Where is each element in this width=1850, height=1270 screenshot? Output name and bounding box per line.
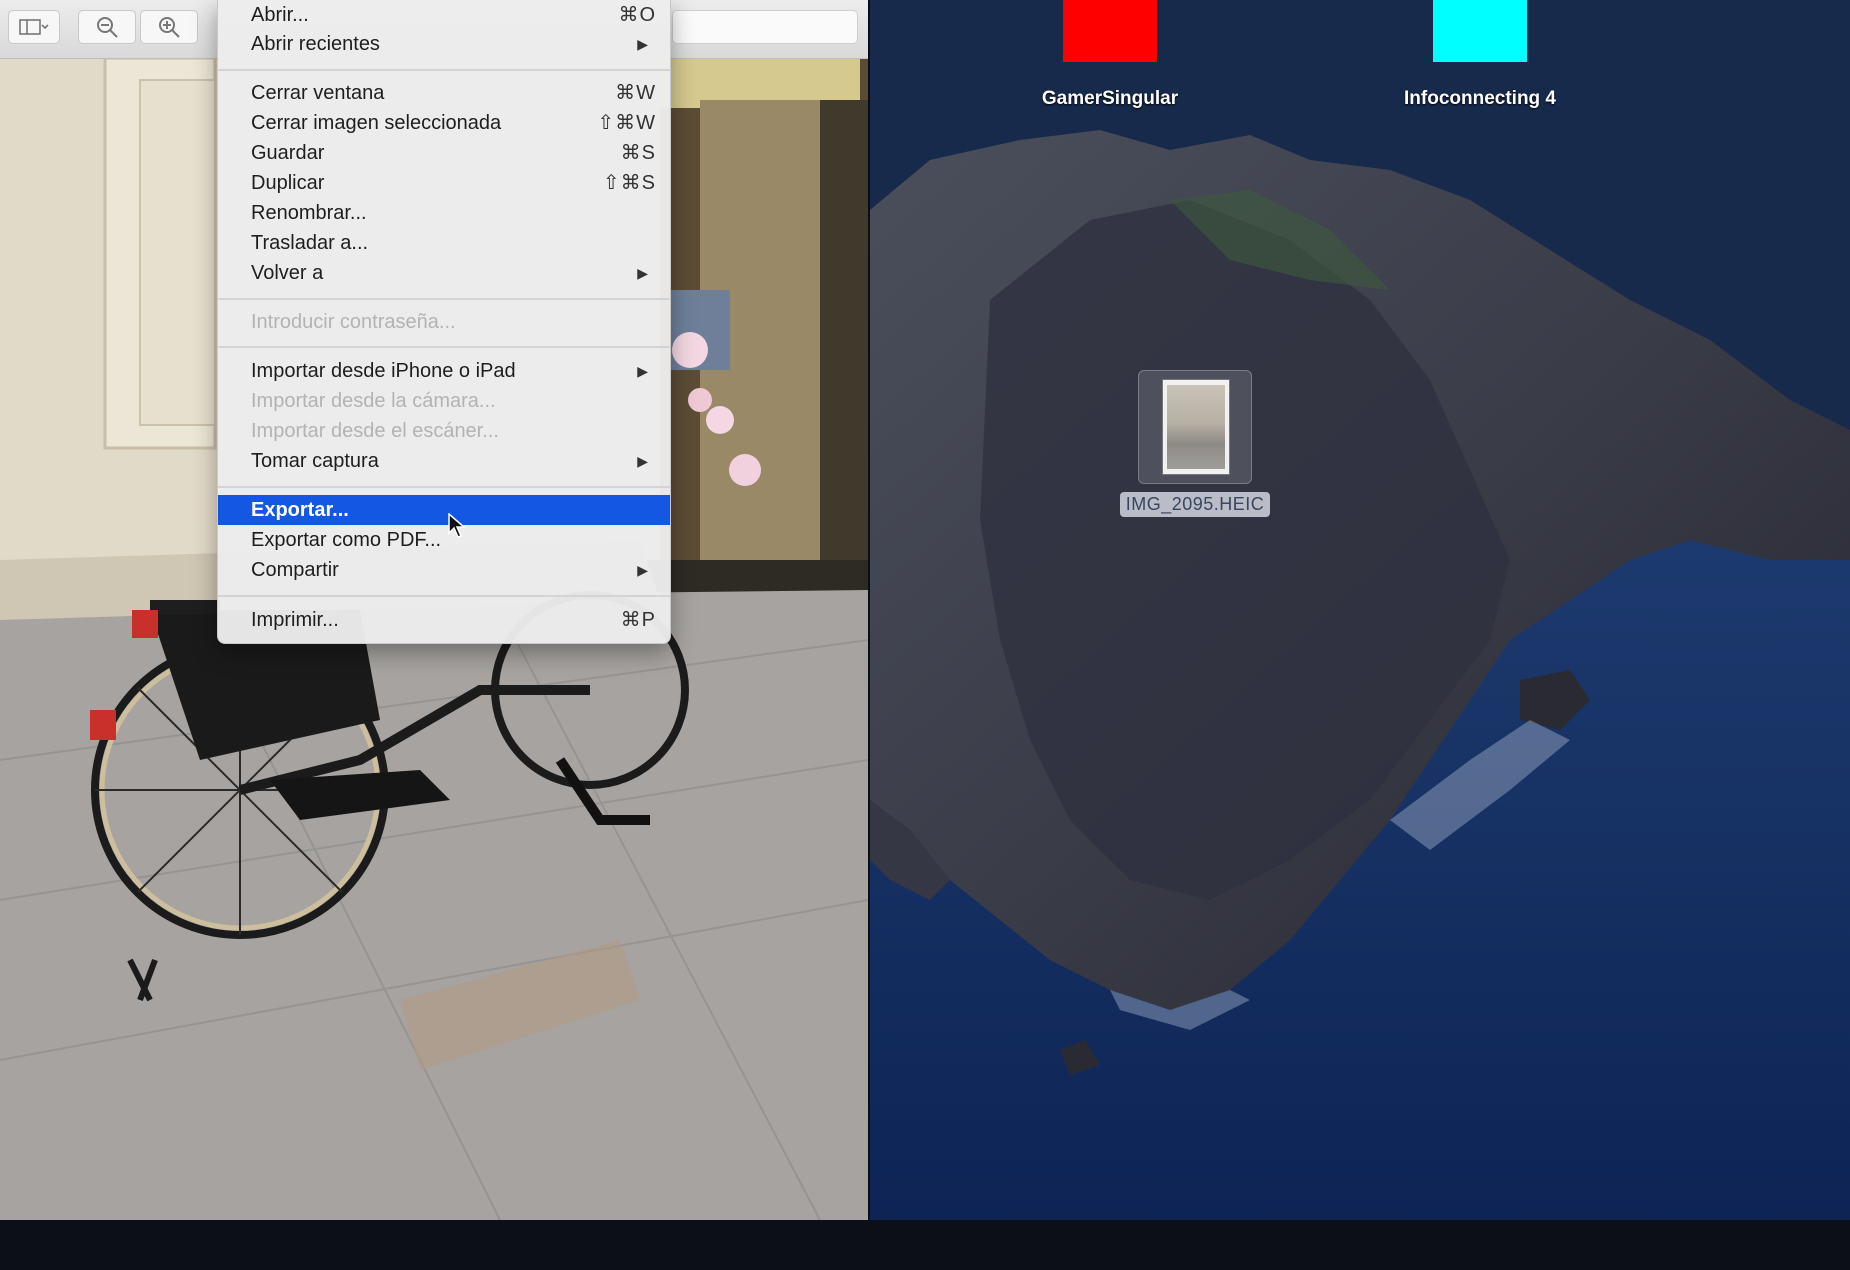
menu-item-label: Cerrar ventana (251, 82, 385, 104)
desktop-icon-label: Infoconnecting 4 (1404, 88, 1556, 109)
desktop-icon-label: GamerSingular (1041, 88, 1179, 109)
submenu-arrow-icon: ▶ (637, 36, 648, 52)
file-name-label: IMG_2095.HEIC (1119, 492, 1271, 517)
menu-item-imprimir[interactable]: Imprimir... ⌘P (218, 605, 670, 635)
menu-item-introducir-contrasena: Introducir contraseña... (218, 307, 670, 337)
menu-item-label: Importar desde la cámara... (251, 390, 496, 412)
menu-item-shortcut: ⌘P (620, 609, 656, 631)
folder-color-swatch (1433, 0, 1527, 62)
menu-item-label: Renombrar... (251, 202, 367, 224)
desktop: GamerSingular Infoconnecting 4 IMG_2095.… (870, 0, 1850, 1222)
desktop-icon-gamersingular[interactable]: GamerSingular (1040, 0, 1180, 110)
menu-item-importar-iphone[interactable]: Importar desde iPhone o iPad ▶ (218, 356, 670, 386)
file-icon-frame (1138, 370, 1252, 484)
menu-separator (218, 69, 670, 71)
menu-item-label: Abrir recientes (251, 33, 380, 55)
menu-item-label: Importar desde iPhone o iPad (251, 360, 516, 382)
screen-bottom-edge (0, 1220, 1850, 1270)
menu-item-shortcut: ⌘W (615, 82, 656, 104)
menu-item-label: Tomar captura (251, 450, 379, 472)
preview-window: Abrir... ⌘O Abrir recientes ▶ Cerrar ven… (0, 0, 868, 1220)
menu-item-shortcut: ⌘O (618, 4, 656, 26)
menu-item-label: Volver a (251, 262, 324, 284)
zoom-out-button[interactable] (78, 10, 136, 44)
zoom-out-icon (97, 17, 118, 38)
menu-separator (218, 346, 670, 348)
menu-item-label: Compartir (251, 559, 339, 581)
menu-item-label: Trasladar a... (251, 232, 369, 254)
search-input[interactable] (672, 10, 858, 44)
menu-item-label: Exportar como PDF... (251, 529, 442, 551)
desktop-file-icon[interactable]: IMG_2095.HEIC (1110, 370, 1280, 517)
zoom-in-button[interactable] (140, 10, 198, 44)
menu-item-importar-escaner: Importar desde el escáner... (218, 416, 670, 446)
menu-item-trasladar[interactable]: Trasladar a... (218, 228, 670, 258)
menu-item-shortcut: ⇧⌘W (597, 112, 656, 134)
menu-item-guardar[interactable]: Guardar ⌘S (218, 138, 670, 168)
menu-item-label: Abrir... (251, 4, 309, 26)
wallpaper-catalina (870, 0, 1850, 1222)
file-menu: Abrir... ⌘O Abrir recientes ▶ Cerrar ven… (217, 0, 671, 644)
menu-item-exportar-pdf[interactable]: Exportar como PDF... (218, 525, 670, 555)
zoom-in-icon (159, 17, 180, 38)
menu-item-shortcut: ⌘S (620, 142, 656, 164)
menu-item-compartir[interactable]: Compartir ▶ (218, 555, 670, 585)
menu-item-label: Cerrar imagen seleccionada (251, 112, 502, 134)
menu-item-label: Exportar... (251, 499, 349, 521)
mouse-pointer-icon (448, 513, 466, 538)
menu-item-label: Importar desde el escáner... (251, 420, 499, 442)
menu-item-volver-a[interactable]: Volver a ▶ (218, 258, 670, 288)
menu-item-renombrar[interactable]: Renombrar... (218, 198, 670, 228)
menu-item-label: Introducir contraseña... (251, 311, 456, 333)
menu-item-abrir-recientes[interactable]: Abrir recientes ▶ (218, 29, 670, 59)
submenu-arrow-icon: ▶ (637, 363, 648, 379)
menu-separator (218, 595, 670, 597)
menu-item-label: Imprimir... (251, 609, 339, 631)
submenu-arrow-icon: ▶ (637, 265, 648, 281)
menu-item-cerrar-ventana[interactable]: Cerrar ventana ⌘W (218, 78, 670, 108)
image-thumbnail-icon (1162, 379, 1230, 475)
menu-item-shortcut: ⇧⌘S (602, 172, 656, 194)
menu-item-label: Duplicar (251, 172, 325, 194)
menu-item-tomar-captura[interactable]: Tomar captura ▶ (218, 446, 670, 476)
menu-item-duplicar[interactable]: Duplicar ⇧⌘S (218, 168, 670, 198)
menu-item-importar-camara: Importar desde la cámara... (218, 386, 670, 416)
menu-item-exportar[interactable]: Exportar... (218, 495, 670, 525)
sidebar-icon (19, 19, 49, 35)
submenu-arrow-icon: ▶ (637, 562, 648, 578)
menu-item-cerrar-imagen[interactable]: Cerrar imagen seleccionada ⇧⌘W (218, 108, 670, 138)
menu-item-abrir[interactable]: Abrir... ⌘O (218, 0, 670, 30)
menu-separator (218, 486, 670, 488)
desktop-icon-infoconnecting[interactable]: Infoconnecting 4 (1395, 0, 1565, 110)
menu-item-label: Guardar (251, 142, 325, 164)
menu-separator (218, 298, 670, 300)
submenu-arrow-icon: ▶ (637, 453, 648, 469)
folder-color-swatch (1063, 0, 1157, 62)
sidebar-toggle-button[interactable] (8, 10, 60, 44)
